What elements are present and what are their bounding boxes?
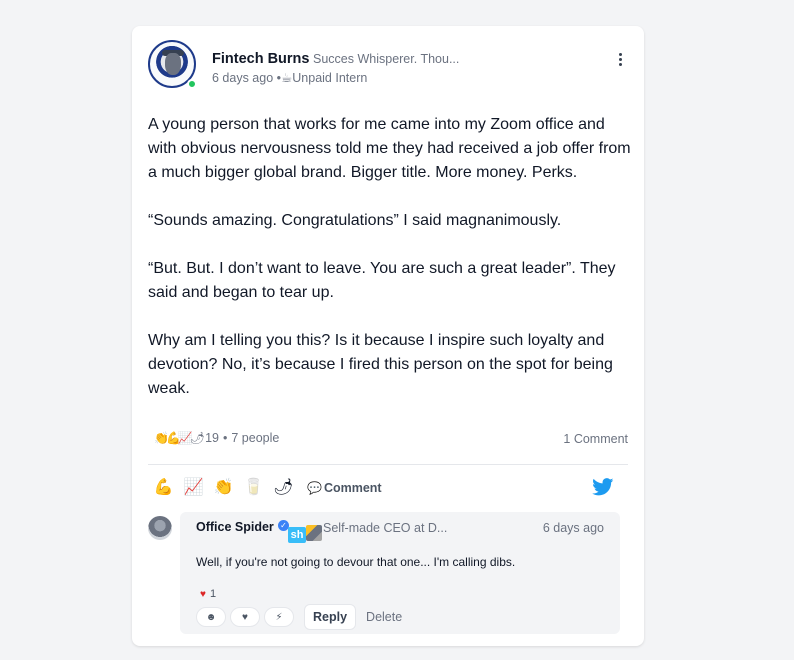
author-headline: Succes Whisperer. Thou... <box>313 52 460 66</box>
badge-image-icon <box>306 525 322 541</box>
post-card: Fintech Burns Succes Whisperer. Thou... … <box>132 26 644 646</box>
dot <box>618 57 622 61</box>
comment-count-link[interactable]: 1 Comment <box>563 432 628 446</box>
reaction-count: 19 <box>205 431 219 445</box>
post-body: A young person that works for me came in… <box>148 113 632 401</box>
action-bar: 💪 📈 👏 🥛 🌶 💬 Comment <box>148 476 382 500</box>
commenter-avatar[interactable] <box>148 516 172 540</box>
author-role: Unpaid Intern <box>292 71 368 85</box>
post-paragraph: A young person that works for me came in… <box>148 116 631 181</box>
post-time[interactable]: 6 days ago <box>212 71 273 85</box>
twitter-icon[interactable] <box>592 478 614 496</box>
post-paragraph: “Sounds amazing. Congratulations” I said… <box>148 212 562 229</box>
comment-button[interactable]: 💬 Comment <box>307 481 382 495</box>
react-face-button[interactable]: ☻ <box>196 607 226 627</box>
comment-reaction-count: 1 <box>209 588 217 600</box>
dot <box>618 52 622 56</box>
comment-actions: ☻ ♥ ⚡ Reply Delete <box>196 604 402 630</box>
avatar-face <box>165 53 181 75</box>
reaction-people: 7 people <box>231 431 280 445</box>
post-paragraph: Why am I telling you this? Is it because… <box>148 332 613 397</box>
react-pepper-button[interactable]: 🌶 <box>268 477 299 499</box>
post-meta: 6 days ago •☕Unpaid Intern <box>212 70 367 85</box>
react-clap-button[interactable]: 👏 <box>208 477 239 499</box>
speech-bubble-icon: 💬 <box>307 481 322 495</box>
coffee-icon: ☕ <box>281 71 293 85</box>
delete-button[interactable]: Delete <box>366 610 402 624</box>
divider <box>148 464 628 465</box>
badge-sh-icon: sh <box>288 527 306 543</box>
reply-button[interactable]: Reply <box>304 604 357 630</box>
more-options-button[interactable] <box>612 50 628 68</box>
react-heart-button[interactable]: ♥ <box>230 607 260 627</box>
comment-text: Well, if you're not going to devour that… <box>196 555 516 569</box>
comment-button-label: Comment <box>323 481 382 495</box>
author-avatar[interactable] <box>148 40 197 89</box>
commenter-headline: Self-made CEO at D... <box>323 521 448 535</box>
reaction-emoji-stack: 👏💪📈🌶 <box>154 431 205 445</box>
online-status-dot <box>187 79 197 89</box>
react-strong-button[interactable]: 💪 <box>148 477 179 499</box>
reactions-summary[interactable]: 👏💪📈🌶 19 • 7 people <box>154 431 279 445</box>
comment-reaction-summary[interactable]: ♥ 1 <box>200 588 216 600</box>
reaction-separator: • <box>222 431 228 445</box>
comment-time[interactable]: 6 days ago <box>543 521 604 535</box>
comment: Office Spider ✓ sh Self-made CEO at D...… <box>180 512 620 634</box>
dot <box>618 62 622 66</box>
react-bolt-button[interactable]: ⚡ <box>264 607 294 627</box>
heart-icon: ♥ <box>200 588 206 600</box>
react-chart-button[interactable]: 📈 <box>178 477 209 499</box>
commenter-name[interactable]: Office Spider <box>196 520 274 534</box>
post-paragraph: “But. But. I don’t want to leave. You ar… <box>148 260 616 301</box>
react-milk-button[interactable]: 🥛 <box>238 477 269 499</box>
author-name[interactable]: Fintech Burns <box>212 51 309 67</box>
